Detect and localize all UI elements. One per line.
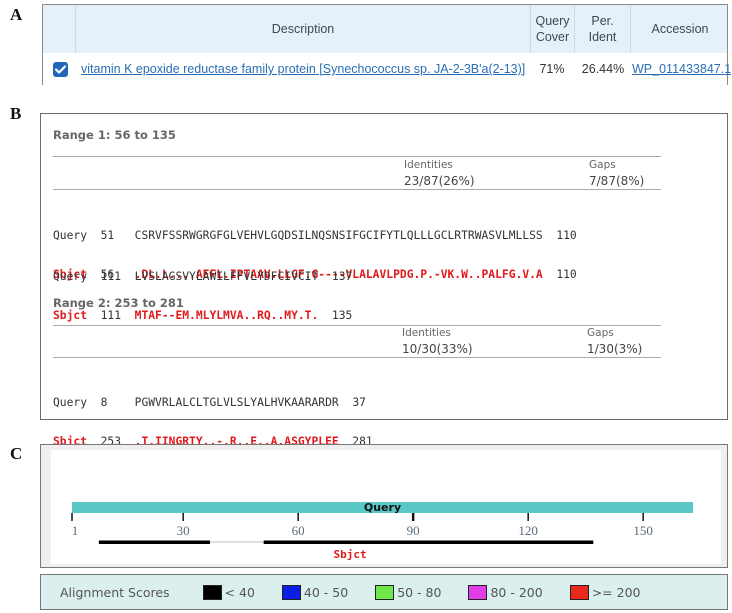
- range-1-gaps-value: 7/87(8%): [589, 174, 645, 188]
- legend-label: 40 - 50: [303, 584, 349, 600]
- query-start: 111: [100, 270, 122, 283]
- divider: [53, 156, 661, 157]
- sbjct-end: 110: [556, 268, 577, 281]
- query-sequence: PGWVRLALCLTGLVLSLYALHVKAARARDR: [134, 396, 339, 409]
- axis-tick-label: 90: [407, 523, 420, 538]
- range-1-title: Range 1: 56 to 135: [53, 128, 176, 142]
- legend-label: 80 - 200: [490, 584, 543, 600]
- sbjct-end: 135: [331, 309, 353, 322]
- range-1-identities-value: 23/87(26%): [404, 174, 475, 188]
- divider: [53, 189, 661, 190]
- query-start: 8: [100, 396, 108, 409]
- graphic-canvas: Query 1 30 60 90 120 150 Sbjct: [51, 450, 721, 564]
- legend-swatch: [281, 584, 301, 600]
- query-bar-label: Query: [364, 501, 401, 514]
- header-per-ident[interactable]: Per. Ident: [574, 5, 630, 53]
- table-header: Description Query Cover Per. Ident Acces…: [43, 5, 727, 53]
- query-label: Query: [53, 396, 88, 409]
- legend-items: < 40 40 - 50 50 - 80 80 - 200 >= 200: [202, 584, 668, 600]
- legend-label: >= 200: [591, 584, 641, 600]
- query-end: 137: [331, 270, 353, 283]
- range-2-title: Range 2: 253 to 281: [53, 296, 184, 310]
- accession-link[interactable]: WP_011433847.1: [632, 62, 731, 76]
- axis-tick-label: 150: [633, 523, 653, 538]
- hit-segment: [263, 540, 594, 544]
- query-line: Query 111 LVSLAGSVYLAWILFFVLYDFCIVCIT 13…: [53, 270, 352, 283]
- legend-item: >= 200: [569, 584, 641, 600]
- legend-swatch: [375, 584, 395, 600]
- header-query-cover-line1: Query: [535, 14, 570, 28]
- legend-label: < 40: [224, 584, 255, 600]
- legend-swatch: [202, 584, 222, 600]
- table-row: vitamin K epoxide reductase family prote…: [43, 53, 731, 85]
- legend-swatch: [468, 584, 488, 600]
- graphic-summary: Query 1 30 60 90 120 150 Sbjct: [40, 444, 728, 568]
- panel-label-c: C: [10, 444, 23, 463]
- query-sequence: CSRVFSSRWGRGFGLVEHVLGQDSILNQSNSIFGCIFYTL…: [134, 229, 543, 242]
- query-label: Query: [53, 229, 88, 242]
- legend-title: Alignment Scores: [60, 584, 170, 600]
- range-2-identities-label: Identities: [402, 327, 451, 339]
- sbjct-label: Sbjct: [53, 309, 88, 322]
- description-link[interactable]: vitamin K epoxide reductase family prote…: [81, 62, 525, 76]
- legend-swatch: [569, 584, 589, 600]
- query-start: 51: [100, 229, 115, 242]
- axis-tick-label: 120: [518, 523, 538, 538]
- range-1-gaps-label: Gaps: [589, 159, 616, 171]
- header-query-cover-line2: Cover: [535, 30, 570, 44]
- query-end: 110: [556, 229, 577, 242]
- range-2-identities-value: 10/30(33%): [402, 342, 473, 356]
- alignment-graphic: Query 1 30 60 90 120 150 Sbjct: [71, 501, 693, 561]
- query-end: 37: [352, 396, 366, 409]
- range-2-gaps-value: 1/30(3%): [587, 342, 643, 356]
- row-select-checkbox[interactable]: [52, 61, 68, 77]
- legend-item: 80 - 200: [468, 584, 543, 600]
- header-select-column: [43, 5, 75, 53]
- header-accession[interactable]: Accession: [630, 5, 729, 53]
- axis-tick-label: 30: [177, 523, 190, 538]
- per-ident-value: 26.44%: [581, 62, 625, 76]
- range-2-gaps-label: Gaps: [587, 327, 614, 339]
- axis-tick-label: 1: [72, 523, 79, 538]
- legend-item: 50 - 80: [375, 584, 442, 600]
- results-table: Description Query Cover Per. Ident Acces…: [42, 4, 731, 85]
- panel-label-a: A: [10, 5, 23, 24]
- alignment-panel: Range 1: 56 to 135 Identities 23/87(26%)…: [40, 113, 728, 448]
- sbjct-sequence: MTAF--EM.MLYLMVA..RQ..MY.T.: [134, 309, 319, 322]
- query-line: Query 8 PGWVRLALCLTGLVLSLYALHVKAARARDR 3…: [53, 396, 373, 409]
- axis-tick-label: 60: [292, 523, 305, 538]
- divider: [53, 325, 661, 326]
- score-legend: Alignment Scores < 40 40 - 50 50 - 80 80 - …: [40, 574, 728, 610]
- header-per-ident-line2: Ident: [588, 30, 617, 44]
- query-cover-value: 71%: [539, 62, 565, 76]
- check-icon: [54, 64, 66, 74]
- sbjct-line: Sbjct 111 MTAF--EM.MLYLMVA..RQ..MY.T. 13…: [53, 309, 352, 322]
- divider: [53, 357, 661, 358]
- header-query-cover[interactable]: Query Cover: [530, 5, 574, 53]
- panel-label-b: B: [10, 104, 22, 123]
- query-sequence: LVSLAGSVYLAWILFFVLYDFCIVCIT: [134, 270, 319, 283]
- header-per-ident-line1: Per.: [591, 14, 614, 28]
- query-line: Query 51 CSRVFSSRWGRGFGLVEHVLGQDSILNQSNS…: [53, 229, 577, 242]
- header-description[interactable]: Description: [75, 5, 530, 53]
- range-1-identities-label: Identities: [404, 159, 453, 171]
- query-label: Query: [53, 270, 88, 283]
- sbjct-start: 111: [100, 309, 122, 322]
- legend-item: < 40: [202, 584, 255, 600]
- legend-item: 40 - 50: [281, 584, 349, 600]
- hit-segment: [98, 540, 210, 544]
- legend-label: 50 - 80: [397, 584, 442, 600]
- sbjct-label: Sbjct: [334, 548, 367, 561]
